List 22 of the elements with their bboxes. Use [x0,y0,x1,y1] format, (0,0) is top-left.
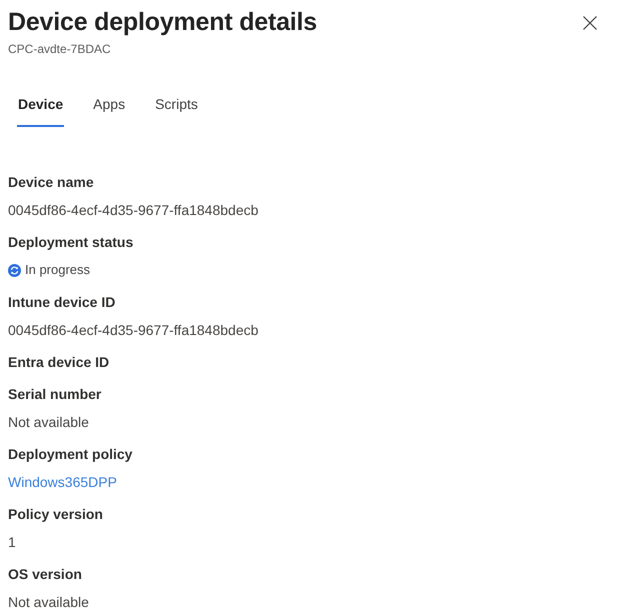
field-value: Not available [8,413,89,432]
field-label: OS version [8,565,82,584]
device-subtitle: CPC-avdte-7BDAC [8,41,111,57]
policy-link[interactable]: Windows365DPP [8,472,117,492]
field-label: Device name [8,173,94,192]
field-value: Not available [8,593,89,612]
field-label: Deployment status [8,233,134,252]
tab[interactable]: Scripts [154,93,199,127]
status-text: In progress [25,261,90,279]
panel-title: Device deployment details [8,7,318,38]
field-label: Intune device ID [8,293,116,312]
field-label: Serial number [8,385,102,404]
field-label: Entra device ID [8,353,110,372]
field-value: 1 [8,533,16,552]
sync-status-icon [8,264,21,276]
tab[interactable]: Apps [92,93,126,127]
field-value: 0045df86-4ecf-4d35-9677-ffa1848bdecb [8,321,258,340]
tab[interactable]: Device [17,93,64,127]
close-icon [583,16,597,30]
field-label: Deployment policy [8,445,132,464]
field-label: Policy version [8,505,103,524]
field-value: 0045df86-4ecf-4d35-9677-ffa1848bdecb [8,201,258,220]
